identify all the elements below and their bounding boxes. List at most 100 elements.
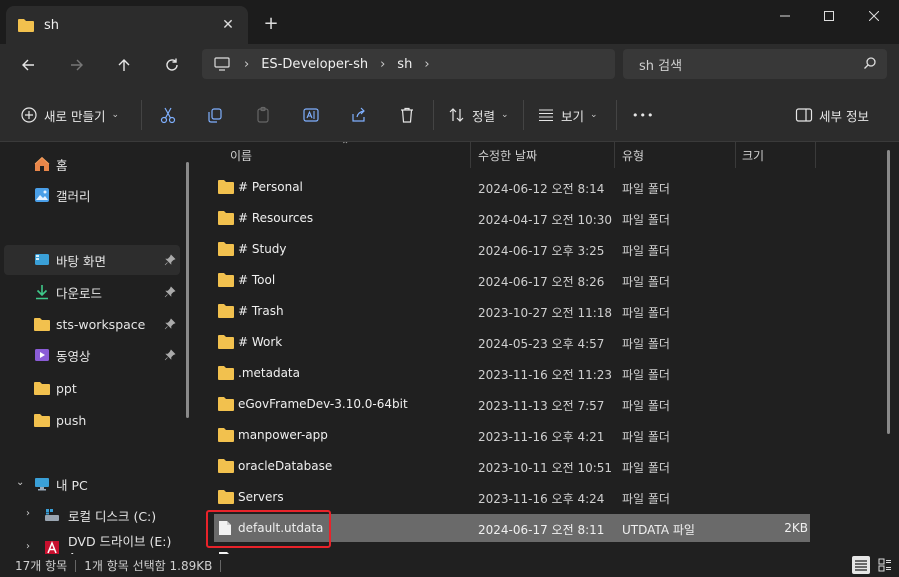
minimize-icon: [780, 15, 790, 17]
close-icon: [869, 11, 879, 21]
column-header-size[interactable]: 크기: [742, 142, 764, 168]
sidebar-item-videos[interactable]: 동영상: [4, 340, 180, 370]
chevron-down-icon: ⌄: [590, 110, 598, 120]
file-name: Servers: [238, 490, 284, 504]
search-icon[interactable]: [863, 56, 877, 70]
file-type: 파일 폴더: [622, 182, 670, 196]
file-icon: [219, 521, 231, 535]
refresh-button[interactable]: [159, 52, 185, 78]
details-view-button[interactable]: [852, 556, 870, 574]
address-bar[interactable]: › ES-Developer-sh › sh ›: [202, 49, 615, 79]
file-type: 파일 폴더: [622, 275, 670, 289]
status-bar: 17개 항목 1개 항목 선택함 1.89KB: [0, 554, 899, 577]
folder-icon: [218, 490, 234, 504]
view-button[interactable]: 보기 ⌄: [537, 102, 598, 128]
sidebar-item-label: DVD 드라이브 (E:) Ac: [68, 534, 172, 554]
divider: [433, 100, 434, 130]
column-divider[interactable]: [735, 142, 736, 168]
chevron-right-icon[interactable]: ›: [26, 508, 30, 519]
table-row[interactable]: # Study 2024-06-17 오후 3:25 파일 폴더: [214, 235, 810, 263]
file-type: 파일 폴더: [622, 492, 670, 506]
sidebar-item-dvd-drive-e[interactable]: › DVD 드라이브 (E:) Ac: [4, 533, 180, 554]
new-button[interactable]: 새로 만들기 ⌄: [20, 102, 119, 128]
sidebar-item-ppt[interactable]: ppt: [4, 373, 180, 403]
sidebar-scrollbar[interactable]: [186, 162, 189, 418]
sidebar-item-desktop[interactable]: 바탕 화면: [4, 245, 180, 275]
tab-sh[interactable]: sh ✕: [6, 6, 248, 44]
title-bar: sh ✕ +: [0, 0, 899, 44]
close-window-button[interactable]: [851, 0, 897, 32]
cut-button[interactable]: [156, 102, 180, 128]
sidebar-item-local-disk-c[interactable]: › 로컬 디스크 (C:): [4, 500, 180, 530]
forward-button[interactable]: [64, 52, 90, 78]
table-row[interactable]: Servers 2023-11-16 오후 4:24 파일 폴더: [214, 483, 810, 511]
delete-button[interactable]: [395, 102, 419, 128]
column-divider[interactable]: [815, 142, 816, 168]
pin-icon[interactable]: [164, 254, 176, 266]
minimize-button[interactable]: [762, 0, 808, 32]
more-options-button[interactable]: •••: [632, 102, 654, 128]
divider: [220, 559, 222, 572]
table-row[interactable]: [214, 545, 810, 554]
table-row-selected[interactable]: default.utdata 2024-06-17 오전 8:11 UTDATA…: [214, 514, 810, 542]
table-row[interactable]: .metadata 2023-11-16 오전 11:23 파일 폴더: [214, 359, 810, 387]
folder-icon: [218, 428, 234, 442]
table-row[interactable]: eGovFrameDev-3.10.0-64bit 2023-11-13 오전 …: [214, 390, 810, 418]
search-input[interactable]: sh 검색: [639, 55, 682, 74]
file-list-scrollbar[interactable]: [887, 150, 890, 434]
details-view-icon: [855, 560, 867, 571]
maximize-button[interactable]: [806, 0, 852, 32]
tiles-view-button[interactable]: [876, 556, 894, 574]
tab-close-icon[interactable]: ✕: [218, 15, 238, 35]
table-row[interactable]: # Personal 2024-06-12 오전 8:14 파일 폴더: [214, 173, 810, 201]
up-button[interactable]: [111, 52, 137, 78]
search-box[interactable]: sh 검색: [623, 49, 887, 79]
item-count: 17개 항목: [15, 559, 68, 573]
back-button[interactable]: [15, 52, 41, 78]
new-tab-button[interactable]: +: [260, 12, 282, 34]
file-name: # Trash: [238, 304, 284, 318]
table-row[interactable]: # Resources 2024-04-17 오전 10:30 파일 폴더: [214, 204, 810, 232]
pin-icon[interactable]: [164, 349, 176, 361]
sidebar-item-this-pc[interactable]: ⌄ 내 PC: [4, 469, 180, 499]
paste-button[interactable]: [251, 102, 275, 128]
column-divider[interactable]: [470, 142, 471, 168]
chevron-right-icon[interactable]: ›: [26, 541, 30, 552]
table-row[interactable]: # Trash 2023-10-27 오전 11:18 파일 폴더: [214, 297, 810, 325]
share-icon: [347, 103, 371, 127]
file-date: 2023-11-13 오전 7:57: [478, 399, 605, 413]
column-header-date[interactable]: 수정한 날짜: [478, 142, 537, 168]
pin-icon[interactable]: [164, 318, 176, 330]
trash-icon: [395, 103, 419, 127]
rename-button[interactable]: [299, 102, 323, 128]
table-row[interactable]: # Tool 2024-06-17 오전 8:26 파일 폴더: [214, 266, 810, 294]
share-button[interactable]: [347, 102, 371, 128]
sidebar-item-label: ppt: [56, 380, 77, 396]
sidebar-item-push[interactable]: push: [4, 405, 180, 435]
home-icon: [34, 156, 50, 171]
column-header-name[interactable]: 이름: [230, 142, 252, 168]
table-row[interactable]: # Work 2024-05-23 오후 4:57 파일 폴더: [214, 328, 810, 356]
chevron-down-icon[interactable]: ⌄: [16, 477, 24, 488]
dvd-icon: [45, 540, 59, 554]
breadcrumb-es-developer-sh[interactable]: ES-Developer-sh: [261, 57, 368, 72]
pin-icon[interactable]: [164, 286, 176, 298]
sidebar-item-downloads[interactable]: 다운로드: [4, 277, 180, 307]
table-row[interactable]: oracleDatabase 2023-10-11 오전 10:51 파일 폴더: [214, 452, 810, 480]
sidebar-item-home[interactable]: 홈: [4, 149, 180, 179]
details-pane-button[interactable]: 세부 정보: [795, 102, 869, 128]
column-header-type[interactable]: 유형: [622, 142, 644, 168]
selection-info: 1개 항목 선택함 1.89KB: [84, 559, 213, 573]
sort-button[interactable]: 정렬 ⌄: [448, 102, 509, 128]
copy-button[interactable]: [203, 102, 227, 128]
sidebar-item-gallery[interactable]: 갤러리: [4, 180, 180, 210]
breadcrumb-separator[interactable]: ›: [424, 57, 429, 72]
folder-icon: [18, 19, 34, 32]
column-divider[interactable]: [614, 142, 615, 168]
table-row[interactable]: manpower-app 2023-11-16 오후 4:21 파일 폴더: [214, 421, 810, 449]
file-list: ⌃ 이름 수정한 날짜 유형 크기 # Personal 2024-06-12 …: [198, 142, 899, 554]
clipboard-icon: [251, 103, 275, 127]
sidebar-item-sts-workspace[interactable]: sts-workspace: [4, 309, 180, 339]
breadcrumb-separator: ›: [380, 56, 386, 72]
breadcrumb-sh[interactable]: sh: [397, 57, 412, 72]
